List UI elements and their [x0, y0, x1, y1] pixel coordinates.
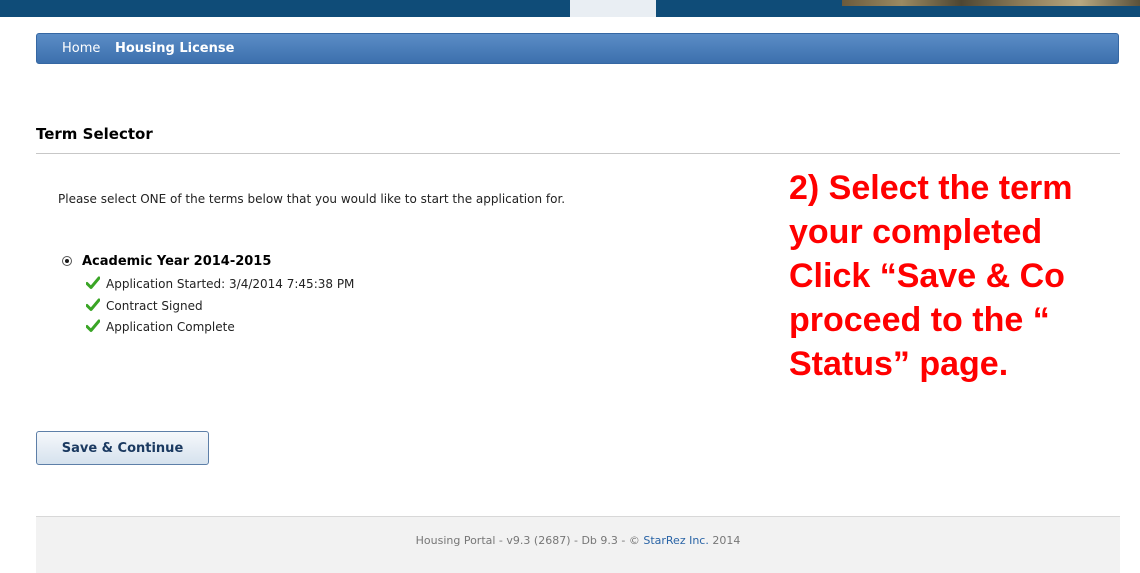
footer-text: Housing Portal - v9.3 (2687) - Db 9.3 - …	[36, 534, 1120, 547]
footer-prefix: Housing Portal - v9.3 (2687) - Db 9.3 - …	[415, 534, 644, 547]
save-continue-button[interactable]: Save & Continue	[36, 431, 209, 465]
top-banner-tab	[570, 0, 656, 17]
header-photo	[842, 0, 1140, 6]
checkmark-icon	[86, 276, 100, 289]
footer: Housing Portal - v9.3 (2687) - Db 9.3 - …	[36, 516, 1120, 573]
section-divider	[36, 153, 1120, 154]
annotation-callout: 2) Select the term your completed Click …	[789, 166, 1140, 496]
instruction-text: Please select ONE of the terms below tha…	[58, 192, 566, 206]
status-text: Application Complete	[106, 320, 235, 334]
nav-housing-license-link[interactable]: Housing License	[115, 41, 234, 56]
status-text: Application Started: 3/4/2014 7:45:38 PM	[106, 277, 355, 291]
checkmark-icon	[86, 319, 100, 332]
section-title: Term Selector	[36, 125, 153, 143]
annotation-line: your completed	[789, 213, 1043, 251]
nav-home-link[interactable]: Home	[62, 41, 100, 56]
starrez-link[interactable]: StarRez Inc.	[643, 534, 709, 547]
footer-suffix: 2014	[708, 534, 741, 547]
status-text: Contract Signed	[106, 299, 203, 313]
top-banner	[0, 0, 1140, 17]
annotation-line: 2) Select the term	[789, 169, 1073, 207]
term-radio-button[interactable]	[62, 256, 72, 266]
nav-bar: Home Housing License	[36, 33, 1119, 64]
term-label[interactable]: Academic Year 2014-2015	[82, 254, 271, 269]
annotation-line: proceed to the “	[789, 301, 1050, 339]
page-content: Home Housing License Term Selector Pleas…	[0, 17, 1140, 573]
checkmark-icon	[86, 298, 100, 311]
annotation-line: Click “Save & Co	[789, 257, 1065, 295]
annotation-line: Status” page.	[789, 345, 1009, 383]
